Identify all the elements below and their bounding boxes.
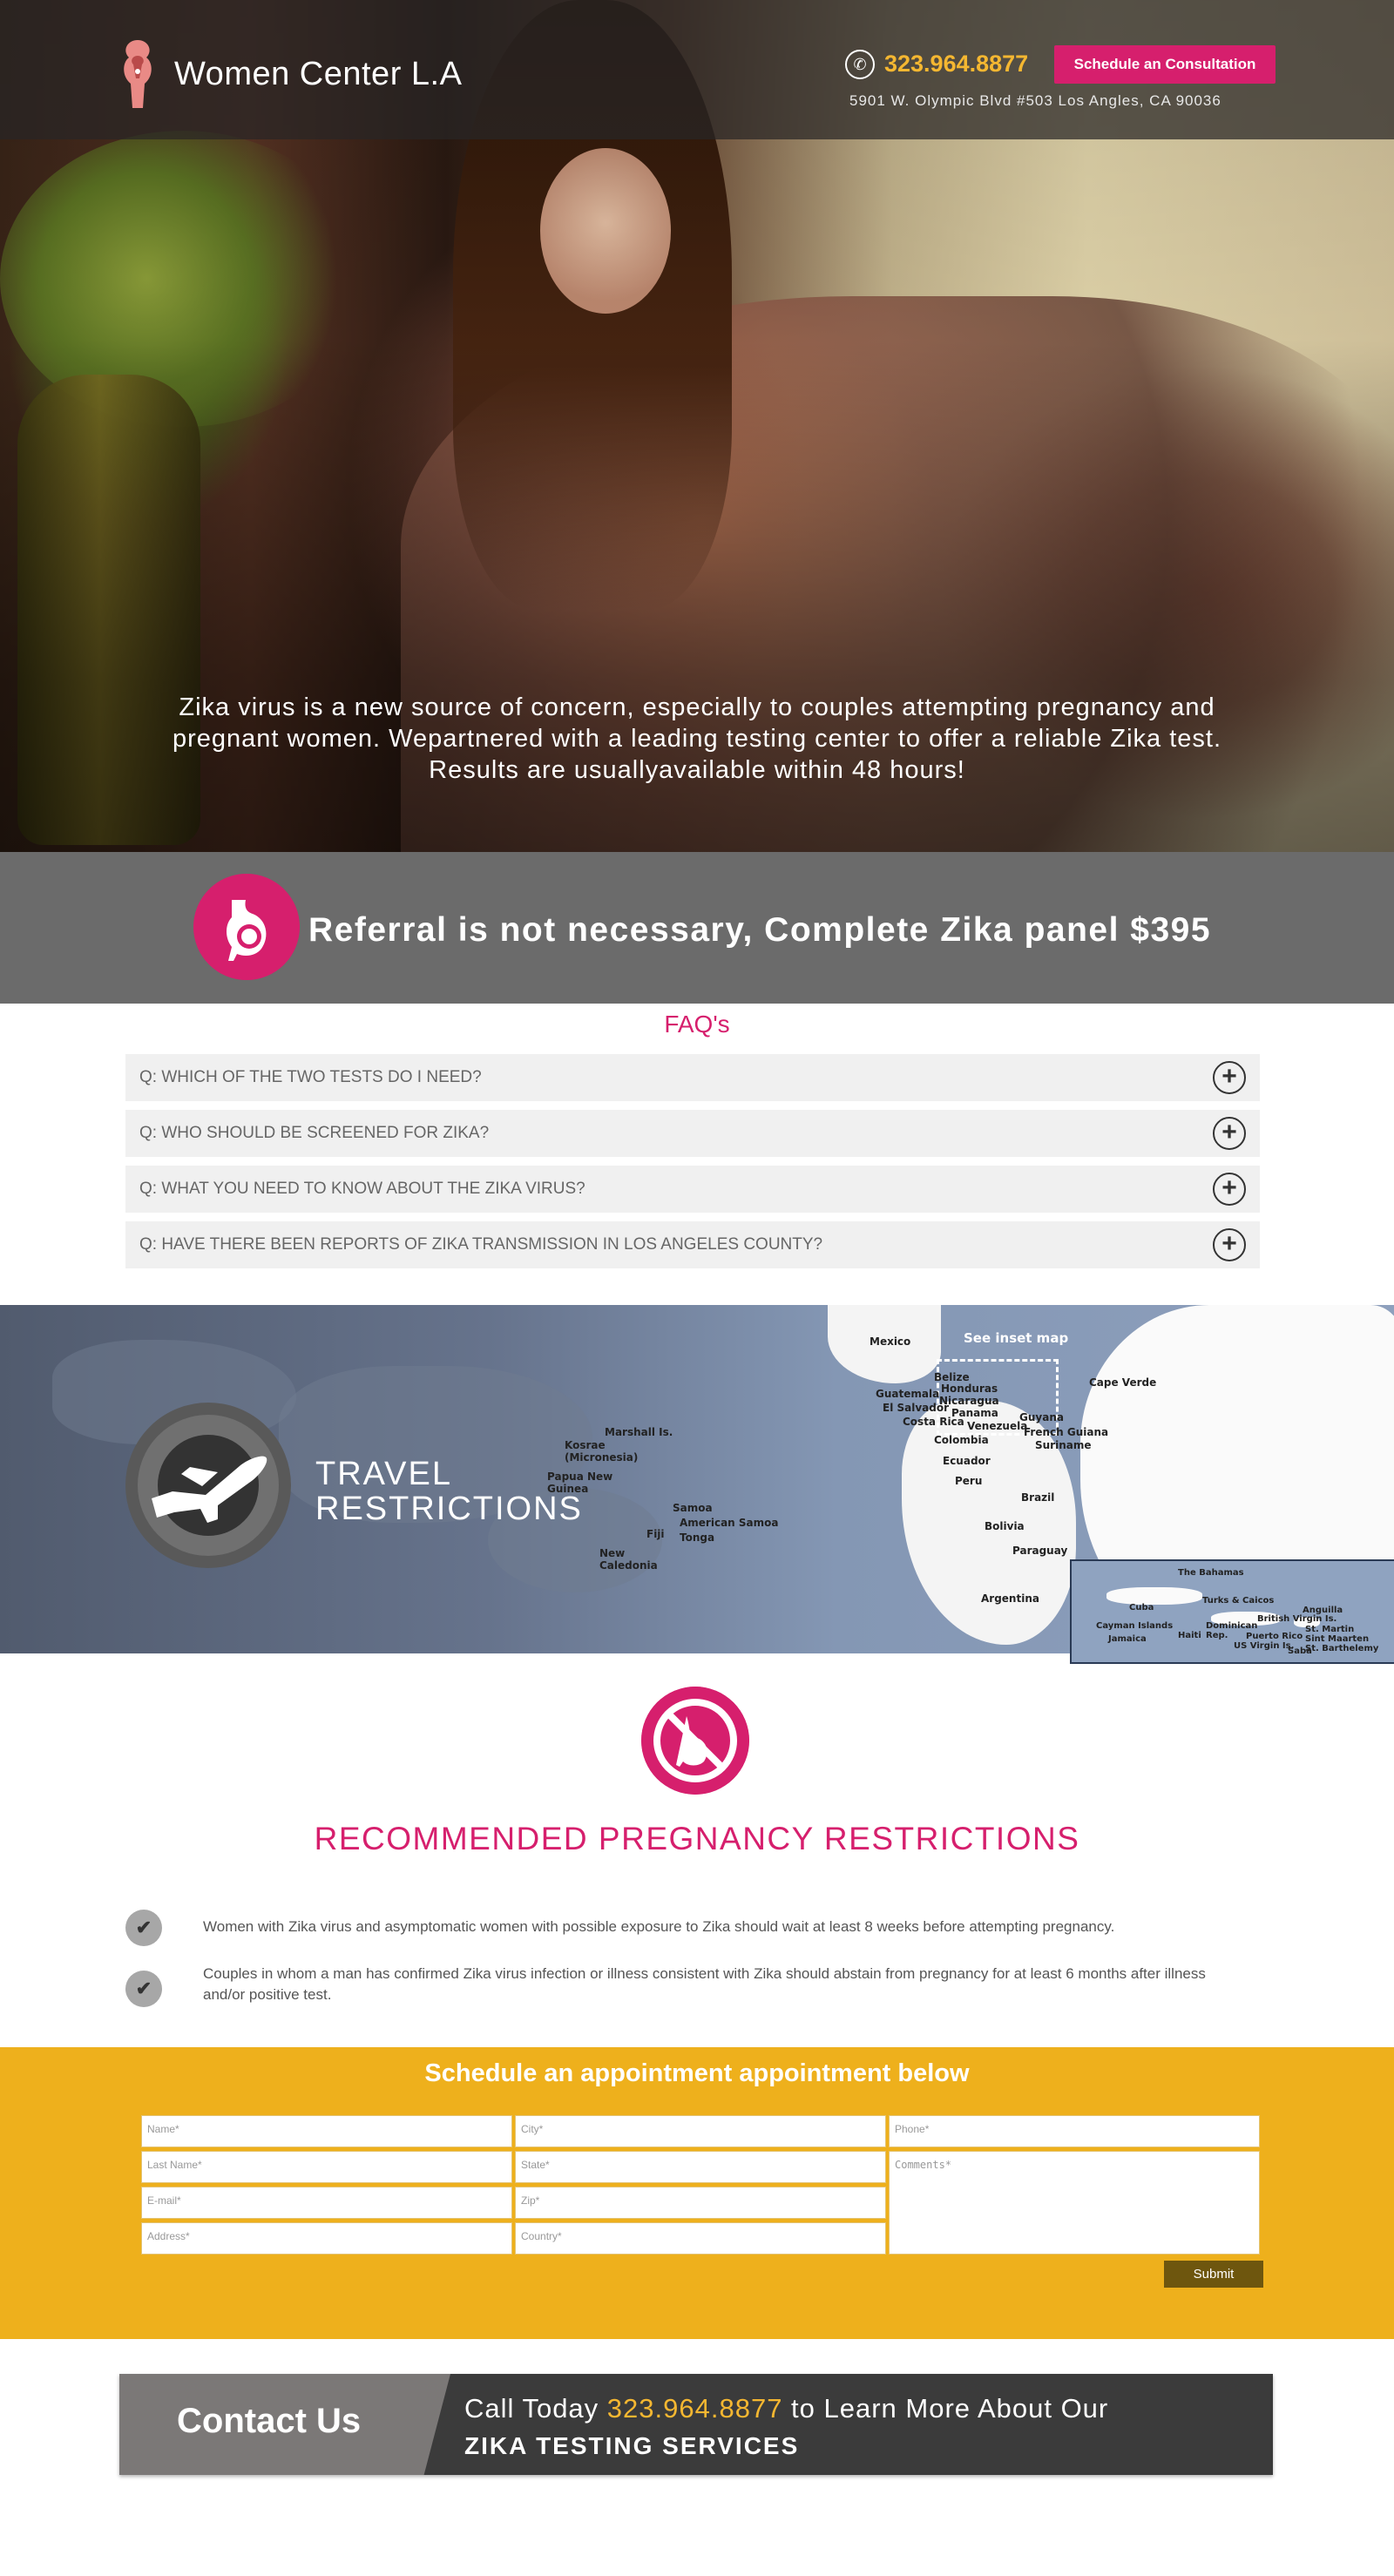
faq-item[interactable]: Q: HAVE THERE BEEN REPORTS OF ZIKA TRANS…: [125, 1221, 1260, 1268]
map-label: Puerto Rico: [1246, 1632, 1303, 1641]
restrictions-title: RECOMMENDED PREGNANCY RESTRICTIONS: [314, 1821, 1080, 1856]
map-label: Colombia: [934, 1434, 989, 1446]
map-label: Haiti: [1178, 1631, 1201, 1640]
map-label: Sint Maarten: [1305, 1634, 1370, 1644]
map-label: Peru: [955, 1475, 983, 1487]
map-label: Cayman Islands: [1096, 1621, 1174, 1631]
submit-button[interactable]: Submit: [1164, 2261, 1263, 2288]
map-label: Marshall Is.: [605, 1426, 673, 1438]
faq-item[interactable]: Q: WHICH OF THE TWO TESTS DO I NEED? +: [125, 1054, 1260, 1101]
map-label: Cape Verde: [1089, 1376, 1157, 1389]
schedule-consultation-button[interactable]: Schedule an Consultation: [1054, 45, 1276, 84]
no-pregnancy-icon: [641, 1687, 749, 1795]
map-label: French Guiana: [1024, 1426, 1109, 1438]
faq-item[interactable]: Q: WHAT YOU NEED TO KNOW ABOUT THE ZIKA …: [125, 1166, 1260, 1213]
last-name-field[interactable]: Last Name*: [141, 2151, 512, 2183]
restriction-item: Couples in whom a man has confirmed Zika…: [203, 1965, 1206, 2003]
contact-us-label[interactable]: Contact Us: [177, 2402, 361, 2441]
travel-restrictions-title: TRAVEL RESTRICTIONS: [315, 1456, 583, 1527]
contact-services-line: ZIKA TESTING SERVICES: [464, 2432, 800, 2459]
map-label: Ecuador: [943, 1455, 991, 1467]
map-label: Samoa: [673, 1502, 713, 1514]
email-field[interactable]: E-mail*: [141, 2187, 512, 2219]
map-label: Honduras: [941, 1383, 998, 1395]
map-label: Belize: [934, 1371, 970, 1383]
map-label: American Samoa: [680, 1517, 779, 1529]
map-label: Turks & Caicos: [1202, 1596, 1275, 1606]
map-label: Venezuela: [967, 1420, 1028, 1432]
restriction-item: Women with Zika virus and asymptomatic w…: [203, 1918, 1115, 1935]
faq-question[interactable]: Q: WHAT YOU NEED TO KNOW ABOUT THE ZIKA …: [139, 1166, 585, 1213]
header-phone-number[interactable]: 323.964.8877: [884, 51, 1028, 78]
zip-field[interactable]: Zip*: [515, 2187, 886, 2219]
faq-question[interactable]: Q: HAVE THERE BEEN REPORTS OF ZIKA TRANS…: [139, 1221, 822, 1268]
name-field[interactable]: Name*: [141, 2115, 512, 2147]
contact-call-line: Call Today 323.964.8877 to Learn More Ab…: [464, 2393, 1109, 2424]
map-label: St. Barthelemy: [1305, 1644, 1379, 1653]
faq-question[interactable]: Q: WHO SHOULD BE SCREENED FOR ZIKA?: [139, 1110, 489, 1157]
faq-title: FAQ's: [664, 1011, 730, 1038]
plus-circle-icon[interactable]: +: [1213, 1173, 1246, 1206]
map-label: St. Martin: [1305, 1625, 1355, 1634]
header-address: 5901 W. Olympic Blvd #503 Los Angles, CA…: [849, 92, 1221, 109]
contact-phone-number[interactable]: 323.964.8877: [607, 2393, 783, 2424]
map-label: Guyana: [1019, 1411, 1064, 1423]
check-icon: ✔: [125, 1971, 162, 2007]
map-label: The Bahamas: [1178, 1568, 1244, 1578]
plus-circle-icon[interactable]: +: [1213, 1061, 1246, 1094]
plus-circle-icon[interactable]: +: [1213, 1117, 1246, 1150]
phone-field[interactable]: Phone*: [889, 2115, 1260, 2147]
referral-text: Referral is not necessary, Complete Zika…: [308, 911, 1212, 949]
map-label: Paraguay: [1012, 1545, 1068, 1557]
map-label: Costa Rica: [903, 1416, 964, 1428]
airplane-icon: [125, 1403, 291, 1568]
faq-item[interactable]: Q: WHO SHOULD BE SCREENED FOR ZIKA? +: [125, 1110, 1260, 1157]
hero-intro-text: Zika virus is a new source of concern, e…: [172, 693, 1222, 784]
address-field[interactable]: Address*: [141, 2222, 512, 2255]
city-field[interactable]: City*: [515, 2115, 886, 2147]
state-field[interactable]: State*: [515, 2151, 886, 2183]
map-label: Guatemala: [876, 1388, 940, 1400]
uterus-logo-icon[interactable]: [117, 38, 159, 112]
map-label: New Caledonia: [599, 1547, 658, 1572]
map-label: Tonga: [680, 1531, 715, 1544]
phone-icon: ✆: [845, 50, 875, 79]
map-label: Argentina: [981, 1592, 1039, 1605]
map-label: Bolivia: [985, 1520, 1025, 1532]
map-label: Fiji: [646, 1528, 665, 1540]
comments-field[interactable]: Comments*: [889, 2151, 1260, 2255]
check-icon: ✔: [125, 1910, 162, 1946]
appointment-title: Schedule an appointment appointment belo…: [424, 2059, 970, 2087]
map-label: Jamaica: [1108, 1634, 1147, 1644]
country-field[interactable]: Country*: [515, 2222, 886, 2255]
map-label: British Virgin Is.: [1257, 1614, 1337, 1624]
faq-question[interactable]: Q: WHICH OF THE TWO TESTS DO I NEED?: [139, 1054, 482, 1101]
map-label: Brazil: [1021, 1491, 1055, 1504]
map-label-inset: See inset map: [964, 1330, 1069, 1346]
plus-circle-icon[interactable]: +: [1213, 1228, 1246, 1261]
pregnant-belly-icon: [193, 874, 300, 980]
map-label: El Salvador: [883, 1402, 950, 1414]
map-label: Saba: [1288, 1646, 1312, 1656]
map-label: US Virgin Is.: [1234, 1641, 1295, 1651]
map-label: Suriname: [1035, 1439, 1092, 1451]
brand-name[interactable]: Women Center L.A: [174, 56, 462, 93]
map-label: Mexico: [870, 1335, 911, 1348]
map-label: Cuba: [1129, 1603, 1154, 1613]
